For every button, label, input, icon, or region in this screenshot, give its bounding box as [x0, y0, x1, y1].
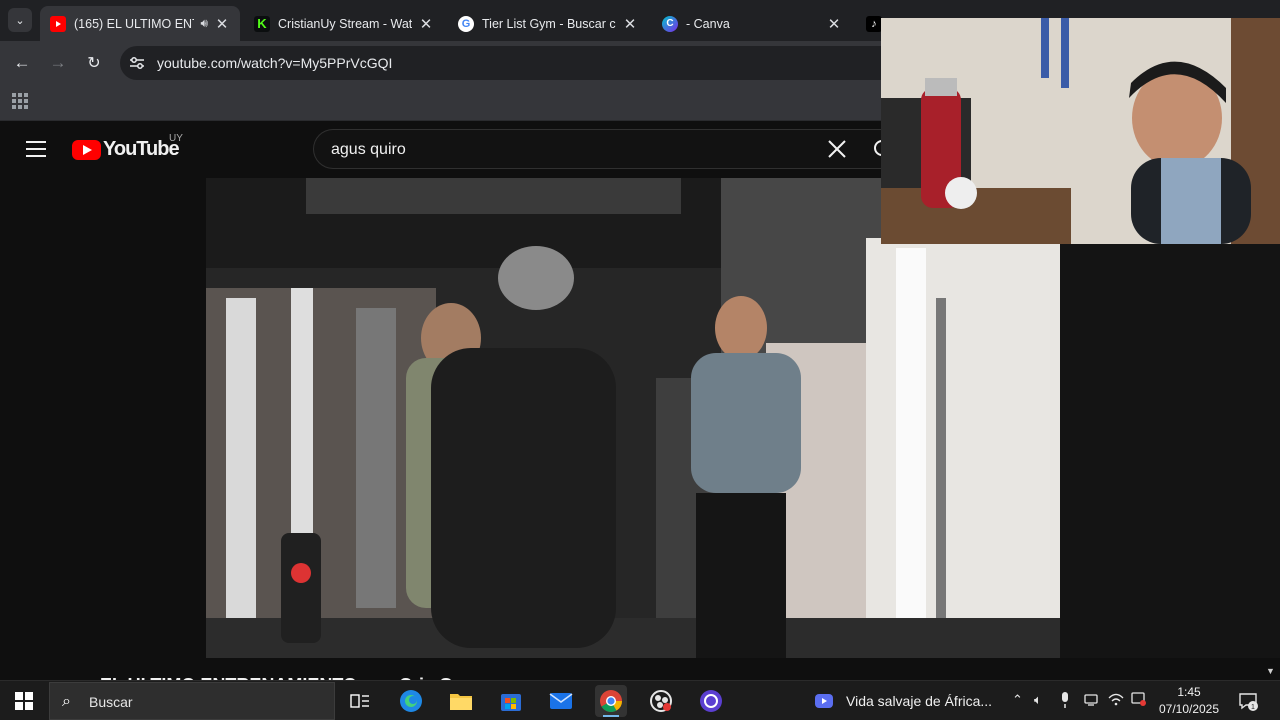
close-tab-icon[interactable]: ✕: [826, 15, 842, 33]
video-widget-icon: [815, 694, 833, 708]
youtube-play-icon: [72, 139, 101, 160]
system-clock[interactable]: 1:45 07/10/2025: [1150, 684, 1228, 718]
forward-arrow-icon[interactable]: →: [46, 51, 70, 75]
streaming-app-icon[interactable]: [695, 685, 727, 717]
windows-taskbar: ⌕ Buscar Vida salvaje de África... ⌃ 🔈︎ …: [0, 680, 1280, 720]
youtube-logo[interactable]: YouTube UY: [72, 133, 183, 161]
clock-time: 1:45: [1177, 685, 1201, 699]
news-widget-text: Vida salvaje de África...: [846, 693, 993, 709]
speaker-icon[interactable]: 🔊︎: [200, 16, 208, 31]
scroll-down-icon[interactable]: ▼: [1266, 666, 1275, 676]
show-hidden-icons-icon[interactable]: ⌃: [1012, 692, 1023, 708]
taskbar-search-label: Buscar: [89, 694, 133, 710]
mail-icon[interactable]: [545, 685, 577, 717]
clear-search-icon[interactable]: [824, 136, 850, 162]
search-query[interactable]: agus quiro: [331, 141, 406, 159]
tab-youtube[interactable]: (165) EL ULTIMO ENT 🔊︎ ✕: [40, 6, 240, 41]
wifi-icon[interactable]: [1108, 692, 1124, 709]
hamburger-menu-icon[interactable]: [26, 141, 46, 157]
country-code: UY: [169, 133, 183, 144]
obs-icon[interactable]: [645, 685, 677, 717]
youtube-icon: [50, 15, 66, 32]
kick-icon: K: [254, 15, 270, 32]
video-player[interactable]: [206, 178, 1060, 658]
notification-count: 1: [1251, 704, 1255, 711]
close-tab-icon[interactable]: ✕: [214, 15, 230, 33]
webcam-image: [881, 18, 1280, 244]
windows-start-icon[interactable]: [15, 692, 33, 710]
video-side-area: [1060, 244, 1280, 658]
clock-date: 07/10/2025: [1158, 702, 1220, 716]
webcam-overlay: [881, 18, 1280, 244]
chrome-icon[interactable]: [595, 685, 627, 717]
recording-indicator-icon[interactable]: [1131, 692, 1147, 709]
search-input[interactable]: agus quiro: [313, 129, 881, 169]
tiktok-icon: ♪: [866, 15, 882, 32]
tab-google[interactable]: G Tier List Gym - Buscar co ✕: [448, 6, 648, 41]
apps-grid-icon[interactable]: [12, 93, 28, 109]
tab-search-chevron-icon[interactable]: ⌄: [8, 8, 32, 32]
task-view-icon[interactable]: [344, 685, 376, 717]
google-icon: G: [458, 15, 474, 32]
microsoft-store-icon[interactable]: [495, 685, 527, 717]
reload-icon[interactable]: ↻: [82, 51, 106, 75]
url-text[interactable]: youtube.com/watch?v=My5PPrVcGQI: [157, 55, 392, 71]
screen: ⌄ (165) EL ULTIMO ENT 🔊︎ ✕ K CristianUy …: [0, 0, 1280, 720]
close-tab-icon[interactable]: ✕: [418, 15, 434, 33]
tab-title: (165) EL ULTIMO ENT: [74, 16, 195, 31]
tab-kick[interactable]: K CristianUy Stream - Watc ✕: [244, 6, 444, 41]
taskbar-search-box[interactable]: ⌕ Buscar: [49, 682, 335, 720]
youtube-wordmark: YouTube: [103, 138, 180, 160]
back-arrow-icon[interactable]: ←: [10, 51, 34, 75]
microphone-icon[interactable]: [1060, 692, 1070, 711]
tab-title: CristianUy Stream - Watc: [278, 16, 412, 31]
file-explorer-icon[interactable]: [445, 685, 477, 717]
tab-title: Tier List Gym - Buscar co: [482, 16, 616, 31]
edge-icon[interactable]: [395, 685, 427, 717]
canva-icon: C: [662, 15, 678, 32]
site-settings-icon[interactable]: [129, 55, 145, 71]
address-bar[interactable]: youtube.com/watch?v=My5PPrVcGQI: [120, 46, 900, 80]
search-icon: ⌕: [62, 693, 71, 710]
tab-title: - Canva: [686, 16, 730, 31]
tab-canva[interactable]: C - Canva ✕: [652, 6, 852, 41]
notification-icon[interactable]: 1: [1238, 691, 1258, 711]
video-frame: [206, 178, 1060, 658]
news-widget[interactable]: Vida salvaje de África...: [814, 689, 992, 713]
network-icon[interactable]: [1084, 692, 1098, 709]
close-tab-icon[interactable]: ✕: [622, 15, 638, 33]
volume-icon[interactable]: 🔈︎: [1034, 692, 1042, 708]
